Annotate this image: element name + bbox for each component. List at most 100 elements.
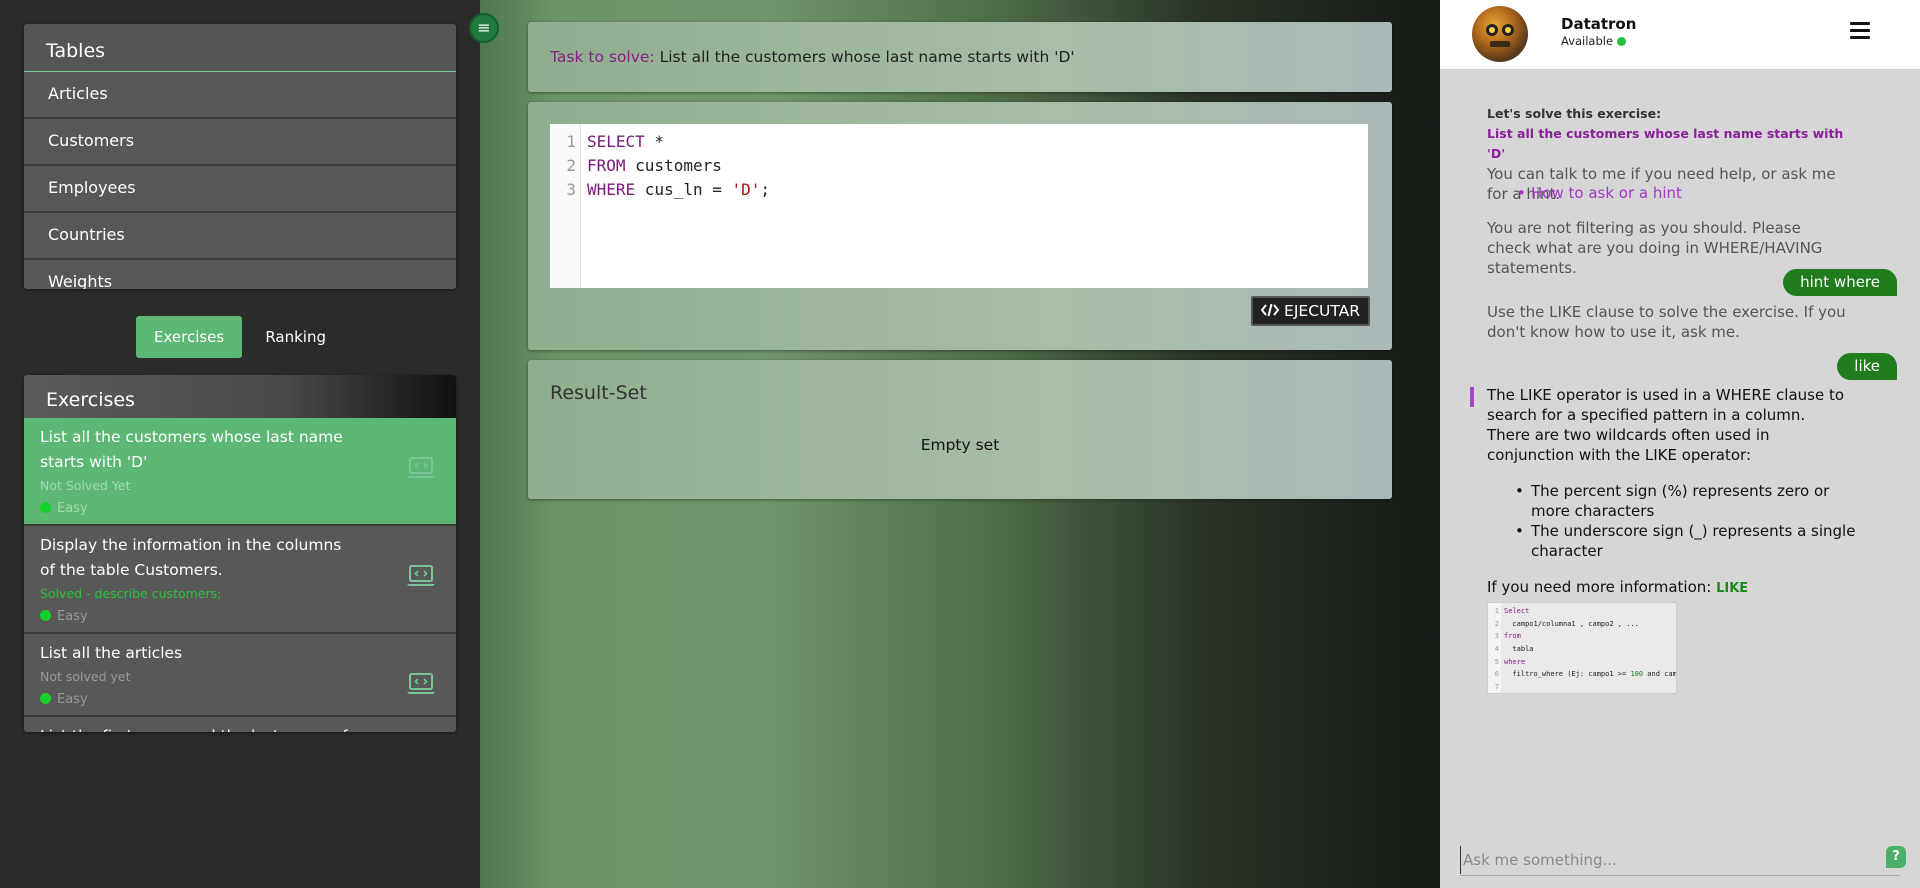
exercise-difficulty: Easy xyxy=(40,689,440,711)
code-token: cus_ln = xyxy=(635,180,732,199)
tables-list: Articles Customers Employees Countries Weigh… xyxy=(24,72,456,289)
exercise-list: List all the customers whose last name s… xyxy=(24,418,456,732)
sql-syntax-sample: 1 2 3 4 5 6 7 Select campo1/columna1 , campo2 … xyxy=(1487,602,1677,694)
exercises-panel: Exercises List all the customers whose l… xyxy=(24,375,456,732)
message-highlight-bar xyxy=(1470,387,1474,407)
code-line: WHERE cus_ln = 'D'; xyxy=(587,178,770,202)
table-item[interactable]: Articles xyxy=(24,72,456,119)
code-token: from xyxy=(1504,632,1521,641)
intro-task: List all the customers whose last name s… xyxy=(1487,126,1844,161)
exercise-item[interactable]: List all the articles Not solved yet Easy xyxy=(24,634,456,717)
bot-avatar xyxy=(1472,6,1528,62)
table-item[interactable]: Employees xyxy=(24,166,456,213)
line-number: 4 xyxy=(1494,645,1499,654)
workspace: Task to solve: List all the customers wh… xyxy=(480,0,1440,888)
line-number: 6 xyxy=(1494,670,1499,679)
line-number: 1 xyxy=(566,132,576,151)
user-message: hint where xyxy=(1783,269,1897,296)
tables-title: Tables xyxy=(24,24,456,72)
code-token: Select xyxy=(1504,607,1530,615)
tab-exercises[interactable]: Exercises xyxy=(135,316,243,358)
code-token: WHERE xyxy=(587,180,636,199)
chat-panel: Datatron Available Let's solve this exer… xyxy=(1440,0,1920,888)
table-item[interactable]: Customers xyxy=(24,119,456,166)
sidebar-toggle-button[interactable]: ≡ xyxy=(469,13,499,43)
sample-line-numbers: 1 2 3 4 5 6 7 xyxy=(1488,603,1501,693)
exercise-item[interactable]: Display the information in the columns o… xyxy=(24,526,456,634)
line-number: 2 xyxy=(1494,619,1499,628)
code-token: where xyxy=(1504,657,1526,666)
difficulty-label: Easy xyxy=(57,609,88,624)
editor-code[interactable]: SELECT * FROM customers WHERE cus_ln = 'D'… xyxy=(587,130,770,202)
laptop-code-icon xyxy=(407,565,435,586)
code-line: campo1/columna1 , campo2 , ... xyxy=(1504,618,1676,631)
task-card: Task to solve: List all the customers wh… xyxy=(528,22,1392,92)
user-message: like xyxy=(1837,353,1897,380)
bot-status-text: Available xyxy=(1561,34,1614,48)
menu-icon: ≡ xyxy=(477,18,491,37)
left-sidebar: Tables Articles Customers Employees Countri… xyxy=(0,0,480,888)
task-label: Task to solve: xyxy=(550,48,655,66)
table-item[interactable]: Weights xyxy=(24,260,456,289)
code-line: SELECT * xyxy=(587,130,770,154)
bot-message-like-hint: Use the LIKE clause to solve the exercis… xyxy=(1487,303,1846,341)
exercise-item[interactable]: List the first name and the last name of… xyxy=(24,717,456,732)
line-number: 7 xyxy=(1494,683,1499,692)
code-line: Select xyxy=(1504,605,1676,618)
code-token: * xyxy=(644,132,665,151)
code-token: 'D' xyxy=(731,180,761,199)
code-token: customers xyxy=(625,156,722,175)
result-empty: Empty set xyxy=(920,436,1000,454)
sql-editor[interactable]: 123 SELECT * FROM customers WHERE cus_ln =… xyxy=(550,124,1368,288)
tab-ranking[interactable]: Ranking xyxy=(247,316,344,358)
difficulty-label: Easy xyxy=(57,501,88,516)
line-numbers: 1 2 3 xyxy=(550,124,581,288)
line-number: 1 xyxy=(1494,607,1499,615)
exercise-title: List the first name and the last name of… xyxy=(40,724,360,732)
chat-input-area: ? xyxy=(1460,846,1906,876)
tables-panel: Tables Articles Customers Employees Countri… xyxy=(24,24,456,289)
line-number: 2 xyxy=(566,156,576,175)
code-token: 100 xyxy=(1630,670,1644,679)
exercise-difficulty: Easy xyxy=(40,498,440,520)
run-label: EJECUTAR xyxy=(1284,302,1360,320)
list-item: The underscore sign (_) represents a sin… xyxy=(1487,521,1867,561)
chat-menu-icon[interactable] xyxy=(1850,22,1870,40)
more-info-text: If you need more information: xyxy=(1487,578,1712,596)
exercise-difficulty: Easy xyxy=(40,606,440,628)
sidebar-tabs: Exercises Ranking xyxy=(24,316,456,358)
exercise-status: Solved - describe customers; xyxy=(40,586,222,601)
chat-header: Datatron Available xyxy=(1440,0,1920,70)
difficulty-dot xyxy=(40,610,51,621)
bot-name: Datatron xyxy=(1561,15,1637,33)
code-line: FROM customers xyxy=(587,154,770,178)
result-title: Result-Set xyxy=(550,382,647,404)
code-token: and campo2 xyxy=(1647,670,1677,679)
result-card: Result-Set Empty set xyxy=(528,360,1392,499)
sample-code: Select campo1/columna1 , campo2 , ... fro… xyxy=(1504,605,1677,693)
online-indicator xyxy=(1617,37,1627,46)
table-item[interactable]: Countries xyxy=(24,213,456,260)
wildcard-list: The percent sign (%) represents zero or … xyxy=(1487,481,1867,561)
code-token: tabla xyxy=(1504,645,1534,654)
intro-heading: Let's solve this exercise: xyxy=(1487,106,1662,121)
exercise-item[interactable]: List all the customers whose last name s… xyxy=(24,418,456,526)
run-button[interactable]: EJECUTAR xyxy=(1251,296,1370,326)
editor-card: 123 SELECT * FROM customers WHERE cus_ln =… xyxy=(528,102,1392,350)
exercise-title: Display the information in the columns o… xyxy=(40,536,342,579)
code-line: from xyxy=(1504,630,1676,643)
exercise-status: Not solved yet xyxy=(40,669,131,684)
hint-help-link[interactable]: How to ask or a hint xyxy=(1517,184,1682,202)
code-token: ; xyxy=(760,180,771,199)
bot-message-like-explain: The LIKE operator is used in a WHERE cla… xyxy=(1487,386,1845,464)
exercise-title: List all the customers whose last name s… xyxy=(40,428,343,471)
code-icon xyxy=(1260,302,1284,320)
laptop-code-icon xyxy=(407,673,435,694)
help-icon[interactable]: ? xyxy=(1886,846,1906,868)
exercises-title: Exercises xyxy=(24,375,456,418)
line-number: 5 xyxy=(1494,657,1499,666)
like-docs-link[interactable]: LIKE xyxy=(1716,581,1748,596)
exercise-status: Not Solved Yet xyxy=(40,478,131,493)
chat-input[interactable] xyxy=(1460,846,1860,874)
